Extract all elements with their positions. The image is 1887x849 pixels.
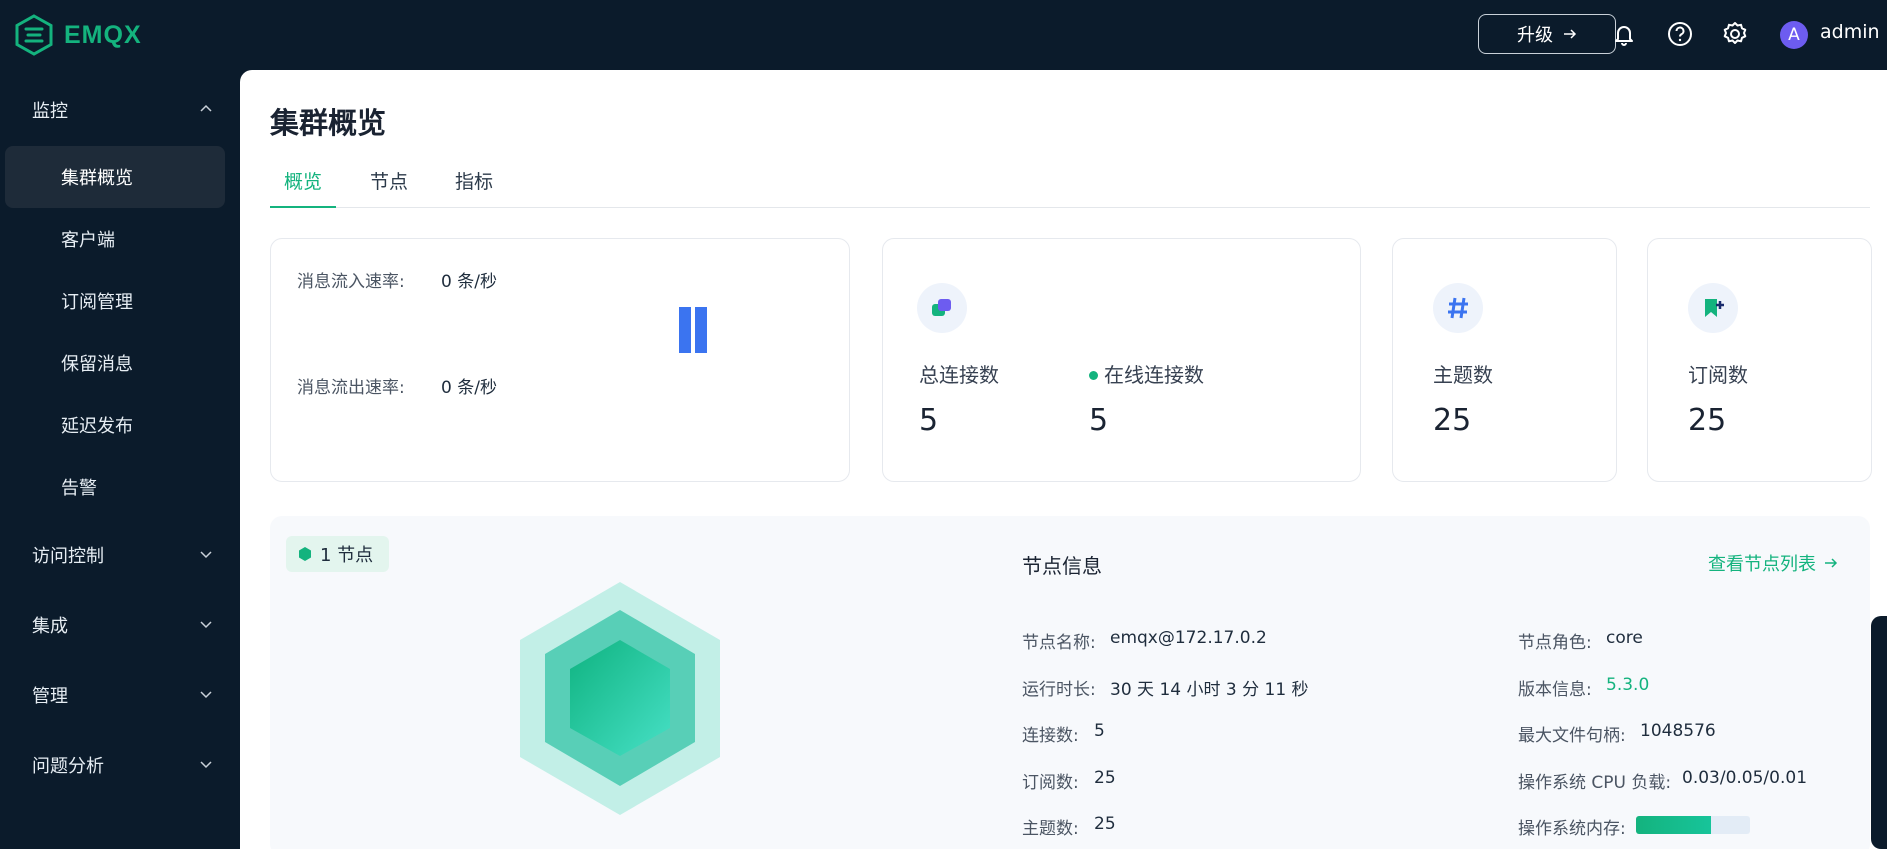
topics-label: 主题数 xyxy=(1433,363,1493,387)
inbound-rate-label: 消息流入速率: xyxy=(297,272,405,292)
total-connections-label: 总连接数 xyxy=(919,363,999,387)
memory-label: 操作系统内存: xyxy=(1518,819,1626,839)
cpu-load-label: 操作系统 CPU 负载: xyxy=(1518,773,1672,793)
node-count-label: 1 节点 xyxy=(320,545,374,566)
chevron-up-icon xyxy=(200,104,212,112)
node-topics-label: 主题数: xyxy=(1022,819,1079,839)
sidebar-item-label: 保留消息 xyxy=(61,354,133,375)
upgrade-label: 升级 xyxy=(1517,25,1553,45)
memory-usage-fill xyxy=(1636,816,1712,834)
online-connections-label: 在线连接数 xyxy=(1104,363,1204,387)
cpu-load-value: 0.03/0.05/0.01 xyxy=(1682,768,1808,788)
help-icon[interactable] xyxy=(1666,20,1694,48)
avatar[interactable]: A xyxy=(1780,21,1808,49)
inbound-rate-value: 0 条/秒 xyxy=(441,272,497,292)
rate-bars-icon xyxy=(679,307,707,353)
bell-icon[interactable] xyxy=(1610,20,1638,48)
sidebar-group-label: 问题分析 xyxy=(32,756,104,777)
outbound-rate-value: 0 条/秒 xyxy=(441,378,497,398)
chevron-down-icon xyxy=(200,761,212,769)
username[interactable]: admin xyxy=(1820,21,1880,43)
sidebar-item-retained[interactable]: 保留消息 xyxy=(5,332,225,394)
brand-logo[interactable]: EMQX xyxy=(14,14,142,56)
main-panel: 集群概览 概览 节点 指标 消息流入速率: 0 条/秒 消息流出速率: 0 条/… xyxy=(240,70,1887,849)
node-role-label: 节点角色: xyxy=(1518,633,1592,653)
node-role-value: core xyxy=(1606,628,1643,648)
node-name-value: emqx@172.17.0.2 xyxy=(1110,628,1267,648)
memory-usage-bar xyxy=(1636,816,1750,834)
top-bar: EMQX 升级 A admin xyxy=(0,0,1887,70)
gear-icon[interactable] xyxy=(1721,20,1749,48)
floating-side-widget[interactable] xyxy=(1871,616,1887,849)
tab-overview[interactable]: 概览 xyxy=(270,166,337,208)
sidebar-item-delayed[interactable]: 延迟发布 xyxy=(5,394,225,456)
sidebar-group-diagnostics[interactable]: 问题分析 xyxy=(0,743,240,787)
chevron-down-icon xyxy=(200,621,212,629)
view-node-list-label: 查看节点列表 xyxy=(1708,554,1816,575)
sidebar-group-label: 监控 xyxy=(32,101,68,122)
sidebar-group-label: 访问控制 xyxy=(32,546,104,567)
sidebar-item-label: 订阅管理 xyxy=(61,292,133,313)
sidebar-item-label: 延迟发布 xyxy=(61,416,133,437)
upgrade-button[interactable]: 升级 xyxy=(1478,14,1616,54)
sidebar-item-label: 客户端 xyxy=(61,230,115,251)
tab-metrics[interactable]: 指标 xyxy=(455,166,493,208)
node-connections-label: 连接数: xyxy=(1022,726,1079,746)
node-hexagon-graphic[interactable] xyxy=(515,582,725,816)
outbound-rate-label: 消息流出速率: xyxy=(297,378,405,398)
subscriptions-label: 订阅数 xyxy=(1688,363,1748,387)
sidebar-item-label: 告警 xyxy=(61,478,97,499)
hash-icon xyxy=(1433,283,1483,333)
uptime-value: 30 天 14 小时 3 分 11 秒 xyxy=(1110,680,1309,700)
tab-nodes[interactable]: 节点 xyxy=(370,166,408,208)
view-node-list-link[interactable]: 查看节点列表 xyxy=(1708,550,1838,576)
chevron-down-icon xyxy=(200,691,212,699)
version-value: 5.3.0 xyxy=(1606,675,1650,695)
brand-name: EMQX xyxy=(64,20,142,49)
uptime-label: 运行时长: xyxy=(1022,680,1096,700)
subscriptions-card: 订阅数 25 xyxy=(1647,238,1872,482)
node-subscriptions-value: 25 xyxy=(1094,768,1116,788)
subscriptions-value: 25 xyxy=(1688,403,1727,438)
online-connections-value: 5 xyxy=(1089,403,1109,438)
sidebar-item-label: 集群概览 xyxy=(61,168,133,189)
sidebar: 监控 集群概览 客户端 订阅管理 保留消息 延迟发布 告警 访问控制 集成 管理… xyxy=(0,70,240,849)
node-hex-icon xyxy=(299,547,311,561)
max-fd-value: 1048576 xyxy=(1640,721,1716,741)
sidebar-group-label: 管理 xyxy=(32,686,68,707)
node-info-title: 节点信息 xyxy=(1022,554,1102,578)
arrow-right-icon xyxy=(1825,558,1838,568)
connections-card: 总连接数 5 在线连接数 5 xyxy=(882,238,1361,482)
topics-value: 25 xyxy=(1433,403,1472,438)
tab-bar: 概览 节点 指标 xyxy=(270,166,1870,208)
sidebar-item-alarms[interactable]: 告警 xyxy=(5,456,225,518)
online-connections-label-wrap: 在线连接数 xyxy=(1089,359,1204,388)
sidebar-item-clients[interactable]: 客户端 xyxy=(5,208,225,270)
connections-icon xyxy=(917,283,967,333)
node-topics-value: 25 xyxy=(1094,814,1116,834)
node-count-badge: 1 节点 xyxy=(286,536,390,572)
sidebar-group-integration[interactable]: 集成 xyxy=(0,603,240,647)
sidebar-group-access-control[interactable]: 访问控制 xyxy=(0,533,240,577)
total-connections-value: 5 xyxy=(919,403,939,438)
node-name-label: 节点名称: xyxy=(1022,633,1096,653)
version-label: 版本信息: xyxy=(1518,680,1592,700)
page-title: 集群概览 xyxy=(270,106,387,140)
topics-card: 主题数 25 xyxy=(1392,238,1617,482)
sidebar-item-cluster-overview[interactable]: 集群概览 xyxy=(5,146,225,208)
bookmark-add-icon xyxy=(1688,283,1738,333)
node-panel: 1 节点 节点信息 查看节点列表 节点名称: emqx@172.17.0.2 运… xyxy=(270,516,1870,849)
sidebar-group-label: 集成 xyxy=(32,616,68,637)
sidebar-item-subscriptions[interactable]: 订阅管理 xyxy=(5,270,225,332)
node-subscriptions-label: 订阅数: xyxy=(1022,773,1079,793)
sidebar-group-monitor[interactable]: 监控 xyxy=(0,88,240,132)
max-fd-label: 最大文件句柄: xyxy=(1518,726,1626,746)
emqx-logo-icon xyxy=(15,14,53,56)
online-status-dot xyxy=(1089,371,1098,380)
arrow-right-icon xyxy=(1564,29,1577,39)
sidebar-group-management[interactable]: 管理 xyxy=(0,673,240,717)
message-rate-card: 消息流入速率: 0 条/秒 消息流出速率: 0 条/秒 xyxy=(270,238,850,482)
chevron-down-icon xyxy=(200,551,212,559)
node-connections-value: 5 xyxy=(1094,721,1105,741)
